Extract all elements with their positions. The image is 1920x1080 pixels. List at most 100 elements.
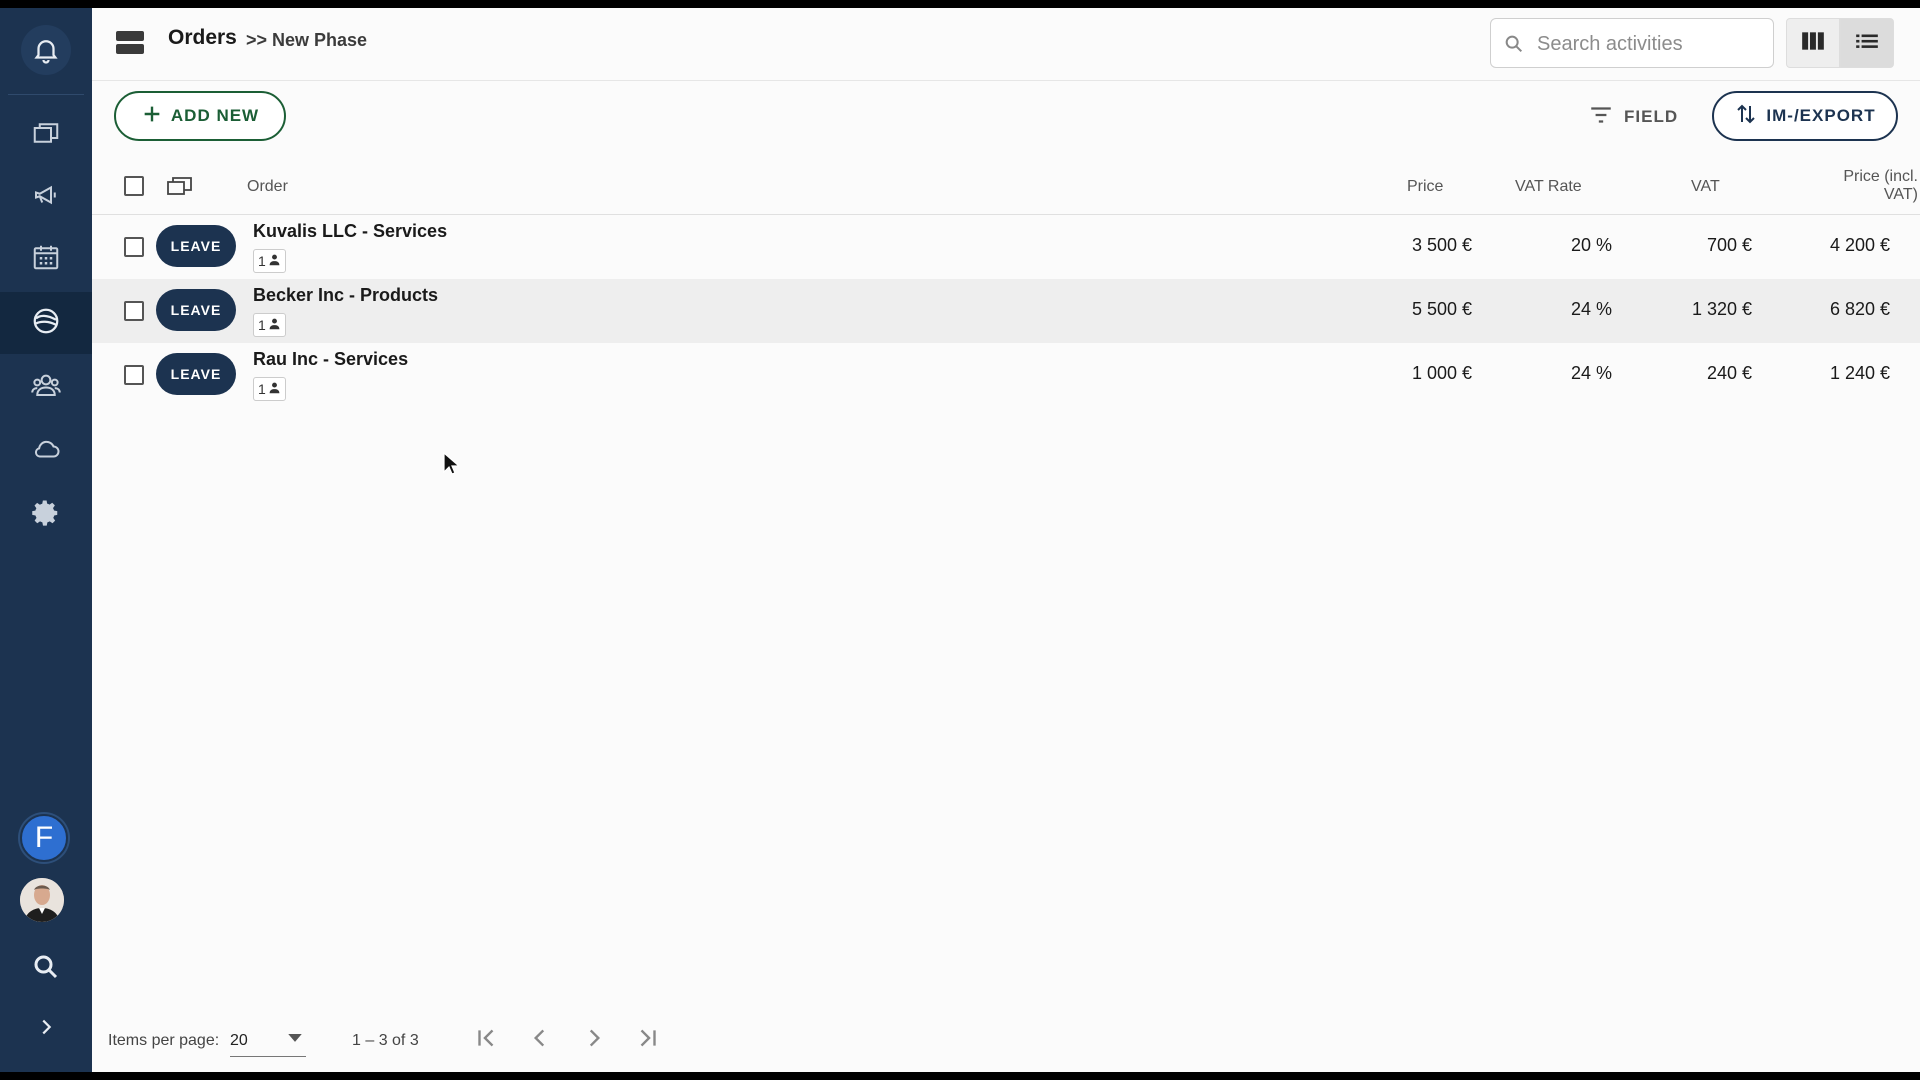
chevron-right-icon (35, 1016, 57, 1043)
column-header-price-incl-line2: VAT) (1883, 186, 1918, 203)
first-page-button[interactable] (466, 1020, 506, 1060)
mouse-cursor-icon (443, 451, 461, 481)
pagination-bar: Items per page: 20 1 – 3 of 3 (92, 1002, 1920, 1072)
windows-icon (31, 118, 61, 153)
price-incl-vat-cell: 6 820 € (1829, 299, 1890, 319)
sidebar-item-cloud[interactable] (0, 420, 92, 482)
people-icon (31, 370, 61, 405)
cloud-icon (31, 434, 61, 469)
leave-button[interactable]: LEAVE (156, 225, 236, 267)
sidebar-item-deals[interactable] (0, 292, 92, 354)
import-export-icon (1734, 102, 1758, 131)
add-new-button[interactable]: ADD NEW (114, 91, 286, 141)
filter-icon (1588, 102, 1614, 133)
add-new-label: ADD NEW (170, 106, 260, 125)
bell-icon (21, 25, 71, 75)
sidebar-item-campaigns[interactable] (0, 166, 92, 228)
last-page-icon (635, 1025, 661, 1056)
calendar-icon (31, 242, 61, 277)
list-icon (1854, 28, 1880, 59)
vat-cell: 240 € (1706, 363, 1752, 383)
table-row[interactable]: LEAVE Becker Inc - Products 1 5 500 € 24… (92, 279, 1920, 343)
order-name[interactable]: Rau Inc - Services (253, 349, 408, 370)
menu-icon[interactable] (116, 30, 144, 56)
search-box (1490, 18, 1774, 68)
previous-page-button[interactable] (520, 1020, 560, 1060)
row-checkbox[interactable] (124, 365, 144, 385)
participants-count: 1 (258, 253, 266, 269)
im-export-label: IM-/EXPORT (1766, 106, 1876, 125)
search-input[interactable] (1535, 27, 1767, 61)
account-avatar[interactable]: F (20, 814, 68, 862)
participants-badge: 1 (253, 313, 286, 337)
table-header: Order Price VAT Rate VAT Price (incl. VA… (92, 158, 1920, 215)
chevron-left-icon (527, 1025, 553, 1056)
price-cell: 3 500 € (1411, 235, 1472, 255)
column-header-vat[interactable]: VAT (1691, 178, 1720, 196)
participants-badge: 1 (253, 249, 286, 273)
top-bar: Orders >> New Phase (92, 8, 1920, 81)
price-cell: 1 000 € (1411, 363, 1472, 383)
im-export-button[interactable]: IM-/EXPORT (1712, 91, 1898, 141)
vat-rate-cell: 24 % (1570, 299, 1612, 319)
sidebar-item-projects[interactable] (0, 104, 92, 166)
vat-rate-cell: 24 % (1570, 363, 1612, 383)
price-incl-vat-cell: 4 200 € (1829, 235, 1890, 255)
sidebar-item-notifications[interactable] (0, 12, 92, 88)
field-filter-button[interactable]: FIELD (1588, 102, 1678, 132)
vat-rate-cell: 20 % (1570, 235, 1612, 255)
search-icon (31, 952, 61, 987)
order-name[interactable]: Becker Inc - Products (253, 285, 438, 306)
sidebar-expand[interactable] (0, 998, 92, 1060)
sidebar-item-calendar[interactable] (0, 228, 92, 290)
column-header-price-incl-vat[interactable]: Price (incl. VAT) (1768, 168, 1918, 204)
items-per-page-label: Items per page: (108, 1032, 220, 1049)
items-per-page-select[interactable]: 20 (230, 1026, 306, 1057)
next-page-button[interactable] (574, 1020, 614, 1060)
participants-count: 1 (258, 317, 266, 333)
megaphone-icon (31, 180, 61, 215)
gear-icon (31, 498, 61, 533)
leave-button[interactable]: LEAVE (156, 289, 236, 331)
dropdown-arrow-icon (288, 1034, 302, 1042)
deals-icon (31, 306, 61, 341)
person-icon (268, 317, 281, 333)
items-per-page-value: 20 (230, 1032, 248, 1049)
select-all-checkbox[interactable] (124, 176, 144, 196)
sidebar-item-settings[interactable] (0, 484, 92, 546)
first-page-icon (473, 1025, 499, 1056)
windows-icon[interactable] (166, 174, 194, 203)
plus-icon (141, 103, 163, 130)
price-incl-vat-cell: 1 240 € (1829, 363, 1890, 383)
pagination-range: 1 – 3 of 3 (352, 1032, 419, 1049)
vat-cell: 700 € (1706, 235, 1752, 255)
row-checkbox[interactable] (124, 301, 144, 321)
column-view-button[interactable] (1786, 18, 1840, 68)
columns-icon (1800, 28, 1826, 59)
leave-button[interactable]: LEAVE (156, 353, 236, 395)
sidebar-divider (8, 94, 84, 95)
column-header-order[interactable]: Order (247, 178, 288, 196)
user-avatar[interactable] (20, 878, 64, 922)
last-page-button[interactable] (628, 1020, 668, 1060)
column-header-price[interactable]: Price (1407, 178, 1443, 196)
person-icon (268, 253, 281, 269)
app-frame: F Orders >> New Phase ADD NEW (0, 8, 1920, 1072)
participants-count: 1 (258, 381, 266, 397)
table-row[interactable]: LEAVE Rau Inc - Services 1 1 000 € 24 % … (92, 343, 1920, 407)
row-checkbox[interactable] (124, 237, 144, 257)
sidebar-search[interactable] (0, 938, 92, 1000)
sidebar: F (0, 8, 92, 1072)
column-header-price-incl-line1: Price (incl. (1843, 168, 1918, 185)
page-title: Orders (168, 26, 237, 49)
sidebar-item-contacts[interactable] (0, 356, 92, 418)
price-cell: 5 500 € (1411, 299, 1472, 319)
person-icon (268, 381, 281, 397)
column-header-vat-rate[interactable]: VAT Rate (1515, 178, 1582, 196)
vat-cell: 1 320 € (1691, 299, 1752, 319)
field-label: FIELD (1624, 107, 1679, 126)
order-name[interactable]: Kuvalis LLC - Services (253, 221, 447, 242)
table-row[interactable]: LEAVE Kuvalis LLC - Services 1 3 500 € 2… (92, 215, 1920, 279)
breadcrumb[interactable]: >> New Phase (246, 30, 367, 51)
list-view-button[interactable] (1840, 18, 1894, 68)
